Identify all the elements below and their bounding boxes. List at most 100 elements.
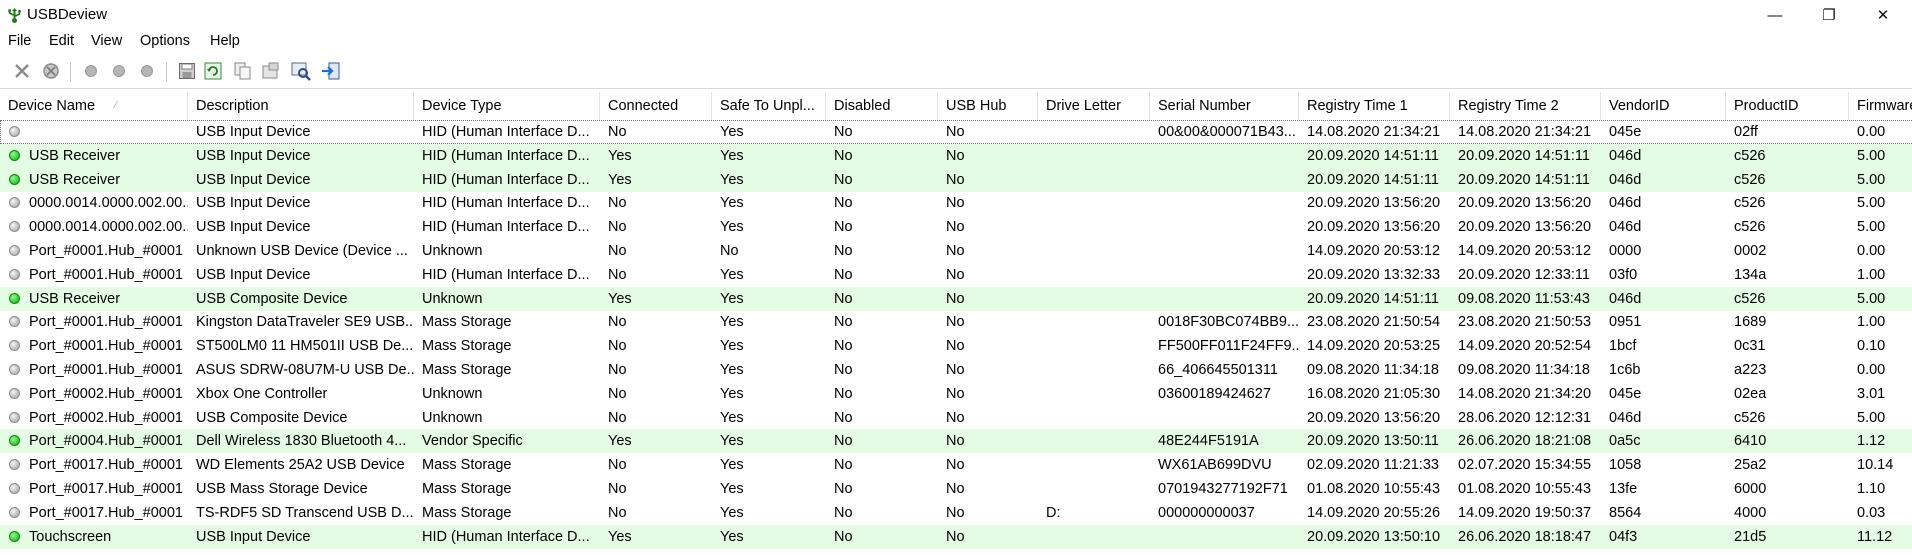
- table-row[interactable]: Port_#0001.Hub_#0001 Unknown USB Device (…: [0, 239, 1912, 263]
- menu-options[interactable]: Options: [140, 33, 190, 49]
- menu-edit[interactable]: Edit: [49, 33, 74, 49]
- safe-to-unplug-cell: Yes: [712, 358, 826, 382]
- refresh-icon[interactable]: [202, 60, 224, 82]
- device-list[interactable]: Device Name ⁄ Description Device Type Connec…: [0, 92, 1912, 558]
- uninstall-icon[interactable]: [40, 60, 62, 82]
- properties-icon[interactable]: [260, 60, 282, 82]
- table-row[interactable]: Port_#0004.Hub_#0001 Dell Wireless 1830 B…: [0, 429, 1912, 454]
- connected-status-icon: [9, 173, 20, 185]
- registry-time-1-cell: 20.09.2020 13:56:20: [1299, 191, 1450, 215]
- device-name-value: Port_#0017.Hub_#0001: [29, 481, 183, 497]
- registry-time-1-value: 20.09.2020 13:56:20: [1307, 195, 1441, 212]
- table-row[interactable]: Port_#0001.Hub_#0001 ST500LM0 11 HM501II …: [0, 334, 1912, 358]
- column-header-description[interactable]: Description: [188, 92, 414, 120]
- firmware-value: 11.12: [1857, 528, 1893, 545]
- description-cell: USB Composite Device: [188, 287, 414, 311]
- table-row[interactable]: Port_#0017.Hub_#0001 TS-RDF5 SD Transcend…: [0, 501, 1912, 525]
- serial-number-cell: [1150, 191, 1299, 215]
- safe-to-unplug-value: Yes: [720, 457, 744, 474]
- find-icon[interactable]: [290, 60, 312, 82]
- column-header-connected[interactable]: Connected: [600, 92, 712, 120]
- column-header-device-name[interactable]: Device Name ⁄: [0, 92, 188, 120]
- safe-to-unplug-value: Yes: [720, 124, 744, 140]
- delete-icon[interactable]: [11, 60, 33, 82]
- drive-letter-value: D:: [1046, 504, 1061, 521]
- table-row[interactable]: Port_#0001.Hub_#0001 ASUS SDRW-08U7M-U US…: [0, 358, 1912, 382]
- disable-icon[interactable]: [80, 60, 102, 82]
- device-type-cell: Unknown: [414, 239, 600, 263]
- column-header-registry-time-2[interactable]: Registry Time 2: [1450, 92, 1601, 120]
- product-id-cell: 1689: [1726, 310, 1849, 334]
- column-header-registry-time-1[interactable]: Registry Time 1: [1299, 92, 1450, 120]
- serial-number-cell: [1150, 525, 1299, 549]
- connected-cell: No: [600, 310, 712, 334]
- vendor-id-cell: 03f0: [1601, 263, 1726, 287]
- close-button[interactable]: ✕: [1860, 0, 1906, 30]
- column-header-drive-letter[interactable]: Drive Letter: [1038, 92, 1150, 120]
- save-icon[interactable]: [176, 60, 198, 82]
- copy-icon[interactable]: [232, 60, 254, 82]
- connected-value: No: [608, 314, 627, 331]
- description-value: USB Input Device: [196, 195, 311, 212]
- table-row[interactable]: USB Receiver USB Input Device HID (Human I…: [0, 167, 1912, 192]
- disabled-cell: No: [826, 287, 938, 311]
- menu-file[interactable]: File: [8, 33, 31, 49]
- column-header-disabled[interactable]: Disabled: [826, 92, 938, 120]
- registry-time-2-value: 20.09.2020 13:56:20: [1458, 195, 1592, 212]
- disabled-value: No: [834, 171, 853, 188]
- connected-status-icon: [9, 530, 20, 542]
- column-header-safe-to-unplug[interactable]: Safe To Unpl...: [712, 92, 826, 120]
- vendor-id-value: 046d: [1609, 290, 1642, 307]
- column-header-serial-number[interactable]: Serial Number: [1150, 92, 1299, 120]
- exit-icon[interactable]: [320, 60, 342, 82]
- table-row[interactable]: USB Receiver USB Composite Device Unknown Y…: [0, 286, 1912, 311]
- device-type-cell: Mass Storage: [414, 358, 600, 382]
- description-cell: USB Input Device: [188, 525, 414, 549]
- safe-to-unplug-value: Yes: [720, 528, 744, 545]
- description-value: ST500LM0 11 HM501II USB De...: [196, 338, 414, 355]
- table-row[interactable]: Port_#0001.Hub_#0001 USB Input Device HID …: [0, 263, 1912, 287]
- device-type-cell: HID (Human Interface D...: [414, 120, 600, 144]
- menu-view[interactable]: View: [91, 33, 122, 49]
- product-id-cell: 02ea: [1726, 382, 1849, 406]
- table-row[interactable]: Port_#0017.Hub_#0001 USB Mass Storage Dev…: [0, 477, 1912, 501]
- description-value: Xbox One Controller: [196, 385, 328, 402]
- minimize-button[interactable]: —: [1752, 0, 1798, 30]
- firmware-cell: 5.00: [1849, 191, 1912, 215]
- description-cell: ST500LM0 11 HM501II USB De...: [188, 334, 414, 358]
- restore-button[interactable]: ❐: [1806, 0, 1852, 30]
- product-id-value: 134a: [1734, 266, 1767, 283]
- column-header-vendor-id[interactable]: VendorID: [1601, 92, 1726, 120]
- vendor-id-cell: 046d: [1601, 191, 1726, 215]
- column-header-product-id[interactable]: ProductID: [1726, 92, 1849, 120]
- column-header-label: Registry Time 1: [1307, 98, 1408, 114]
- safe-to-unplug-cell: Yes: [712, 310, 826, 334]
- enable-icon[interactable]: [108, 60, 130, 82]
- table-row[interactable]: Touchscreen USB Input Device HID (Human In…: [0, 524, 1912, 549]
- table-row[interactable]: 0000.0014.0000.002.00... USB Input Device…: [0, 215, 1912, 239]
- product-id-value: c526: [1734, 171, 1766, 188]
- disconnect-icon[interactable]: [136, 60, 158, 82]
- device-name-value: Port_#0001.Hub_#0001: [29, 243, 183, 259]
- product-id-cell: c526: [1726, 144, 1849, 168]
- menu-help[interactable]: Help: [210, 33, 240, 49]
- vendor-id-cell: 13fe: [1601, 477, 1726, 501]
- table-row[interactable]: USB Receiver USB Input Device HID (Human I…: [0, 143, 1912, 168]
- table-row[interactable]: Port_#0002.Hub_#0001 Xbox One Controller U…: [0, 382, 1912, 406]
- table-row[interactable]: Port_#0001.Hub_#0001 Kingston DataTravele…: [0, 310, 1912, 334]
- table-row[interactable]: USB Input Device HID (Human Interface D..…: [0, 120, 1912, 144]
- description-cell: TS-RDF5 SD Transcend USB D...: [188, 501, 414, 525]
- device-type-value: Unknown: [422, 290, 483, 307]
- column-header-firmware[interactable]: Firmware: [1849, 92, 1912, 120]
- table-row[interactable]: Port_#0017.Hub_#0001 WD Elements 25A2 USB…: [0, 453, 1912, 477]
- disabled-cell: No: [826, 477, 938, 501]
- table-row[interactable]: Port_#0002.Hub_#0001 USB Composite Device…: [0, 406, 1912, 430]
- column-header-device-type[interactable]: Device Type: [414, 92, 600, 120]
- vendor-id-value: 046d: [1609, 195, 1642, 212]
- disconnected-status-icon: [9, 221, 20, 233]
- column-header-usb-hub[interactable]: USB Hub: [938, 92, 1038, 120]
- table-row[interactable]: 0000.0014.0000.002.00... USB Input Device…: [0, 191, 1912, 215]
- device-type-value: Vendor Specific: [422, 433, 523, 450]
- disabled-cell: No: [826, 501, 938, 525]
- description-value: USB Input Device: [196, 124, 311, 140]
